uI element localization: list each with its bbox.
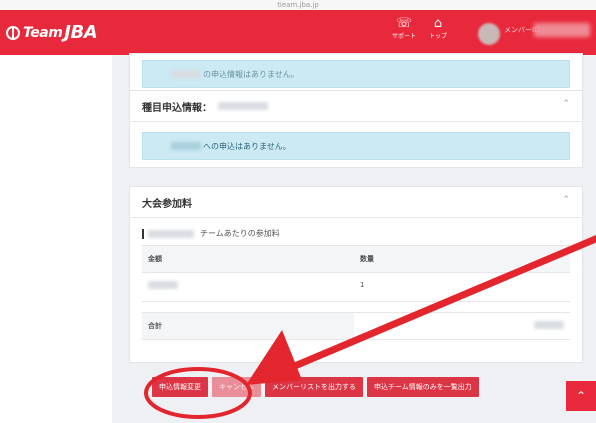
annotation-overlay bbox=[144, 235, 596, 419]
annotation-arrow-head bbox=[246, 330, 302, 385]
annotation-circle bbox=[144, 367, 252, 419]
annotation-arrow-shaft bbox=[286, 235, 596, 372]
